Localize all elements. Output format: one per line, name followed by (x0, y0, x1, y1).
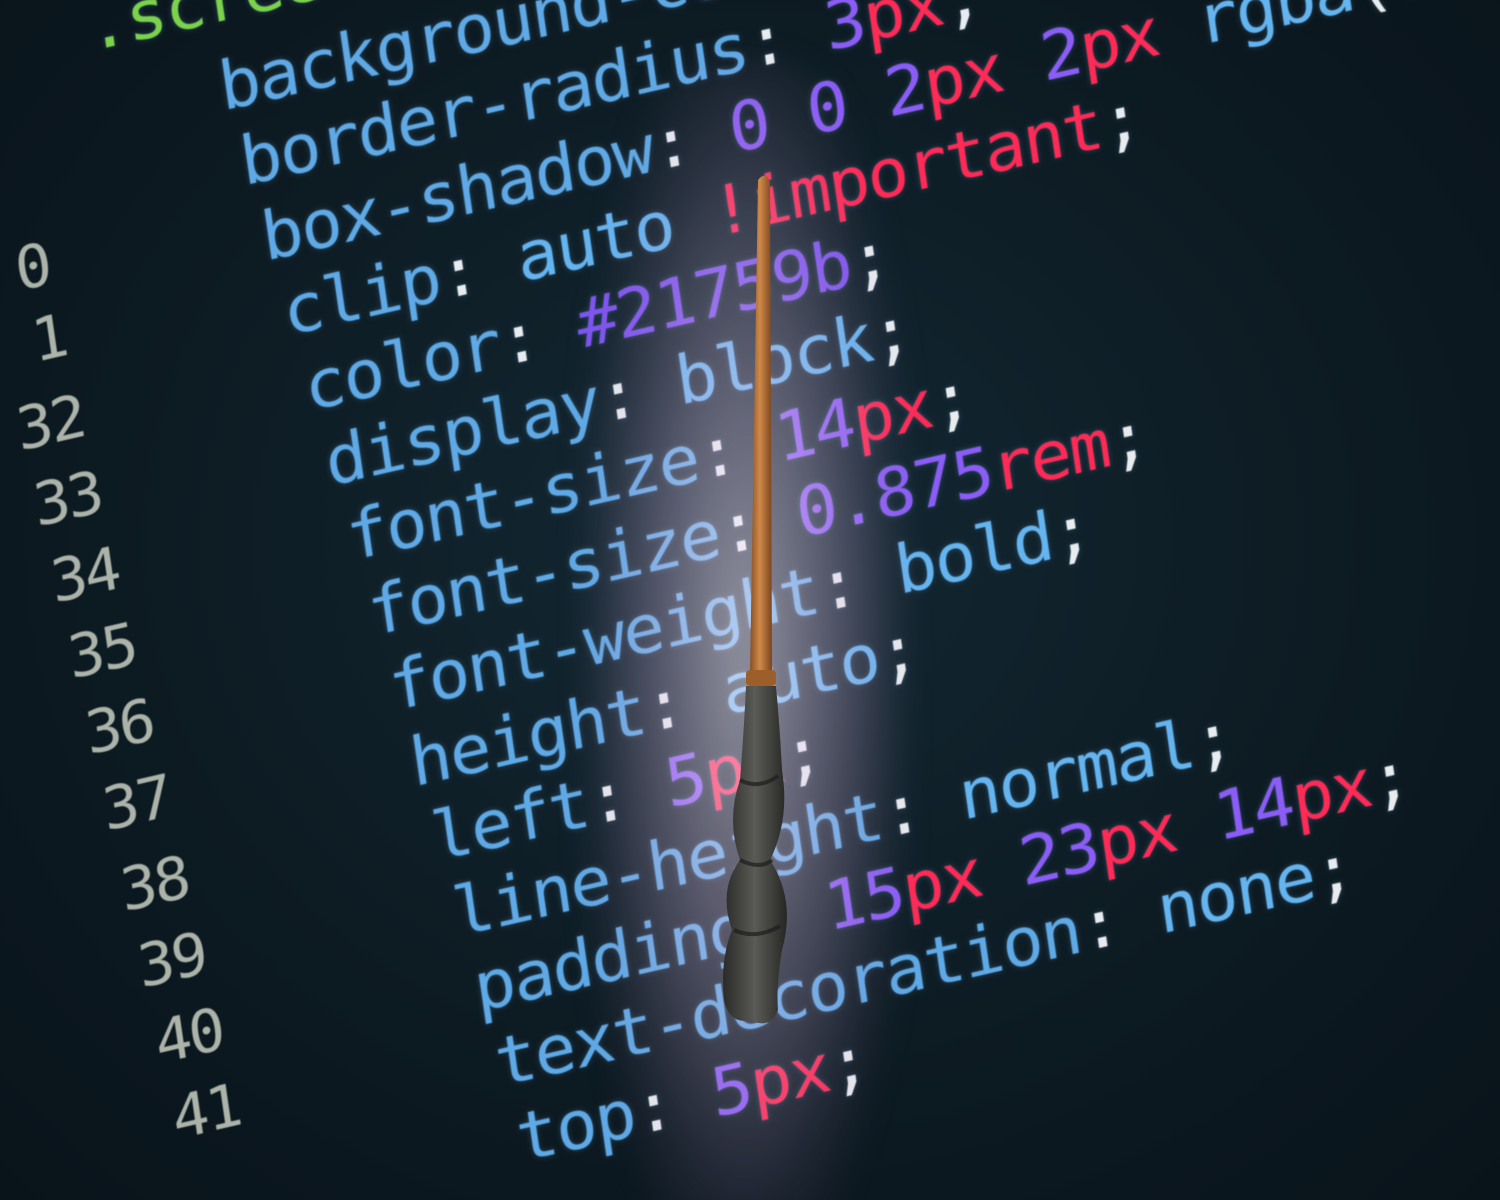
code-editor-photo: 0132333435363738394041 .screen-reader-te… (0, 0, 1500, 1200)
line-number: 41 (167, 1070, 244, 1154)
code-token: rem (985, 405, 1114, 509)
line-number: 32 (11, 381, 89, 465)
wand-shaft (750, 175, 772, 676)
line-number: 38 (116, 842, 193, 926)
magic-wand-icon (723, 175, 787, 1024)
line-number: 33 (29, 457, 106, 541)
line-number: 36 (80, 686, 158, 770)
line-number: 39 (133, 918, 210, 1002)
code-token: px (1286, 744, 1376, 840)
line-number: 37 (98, 762, 175, 846)
code-token: rgba (1191, 0, 1359, 62)
line-number: 35 (63, 609, 140, 694)
code-token: , (1425, 0, 1500, 7)
line-number: 40 (150, 994, 227, 1078)
code-token: px (1074, 0, 1203, 89)
code-token: : (1074, 873, 1164, 969)
wand-collar (746, 670, 776, 686)
line-number: 34 (46, 533, 123, 618)
wand-handle (723, 686, 787, 1024)
line-number: 1 (27, 301, 71, 377)
